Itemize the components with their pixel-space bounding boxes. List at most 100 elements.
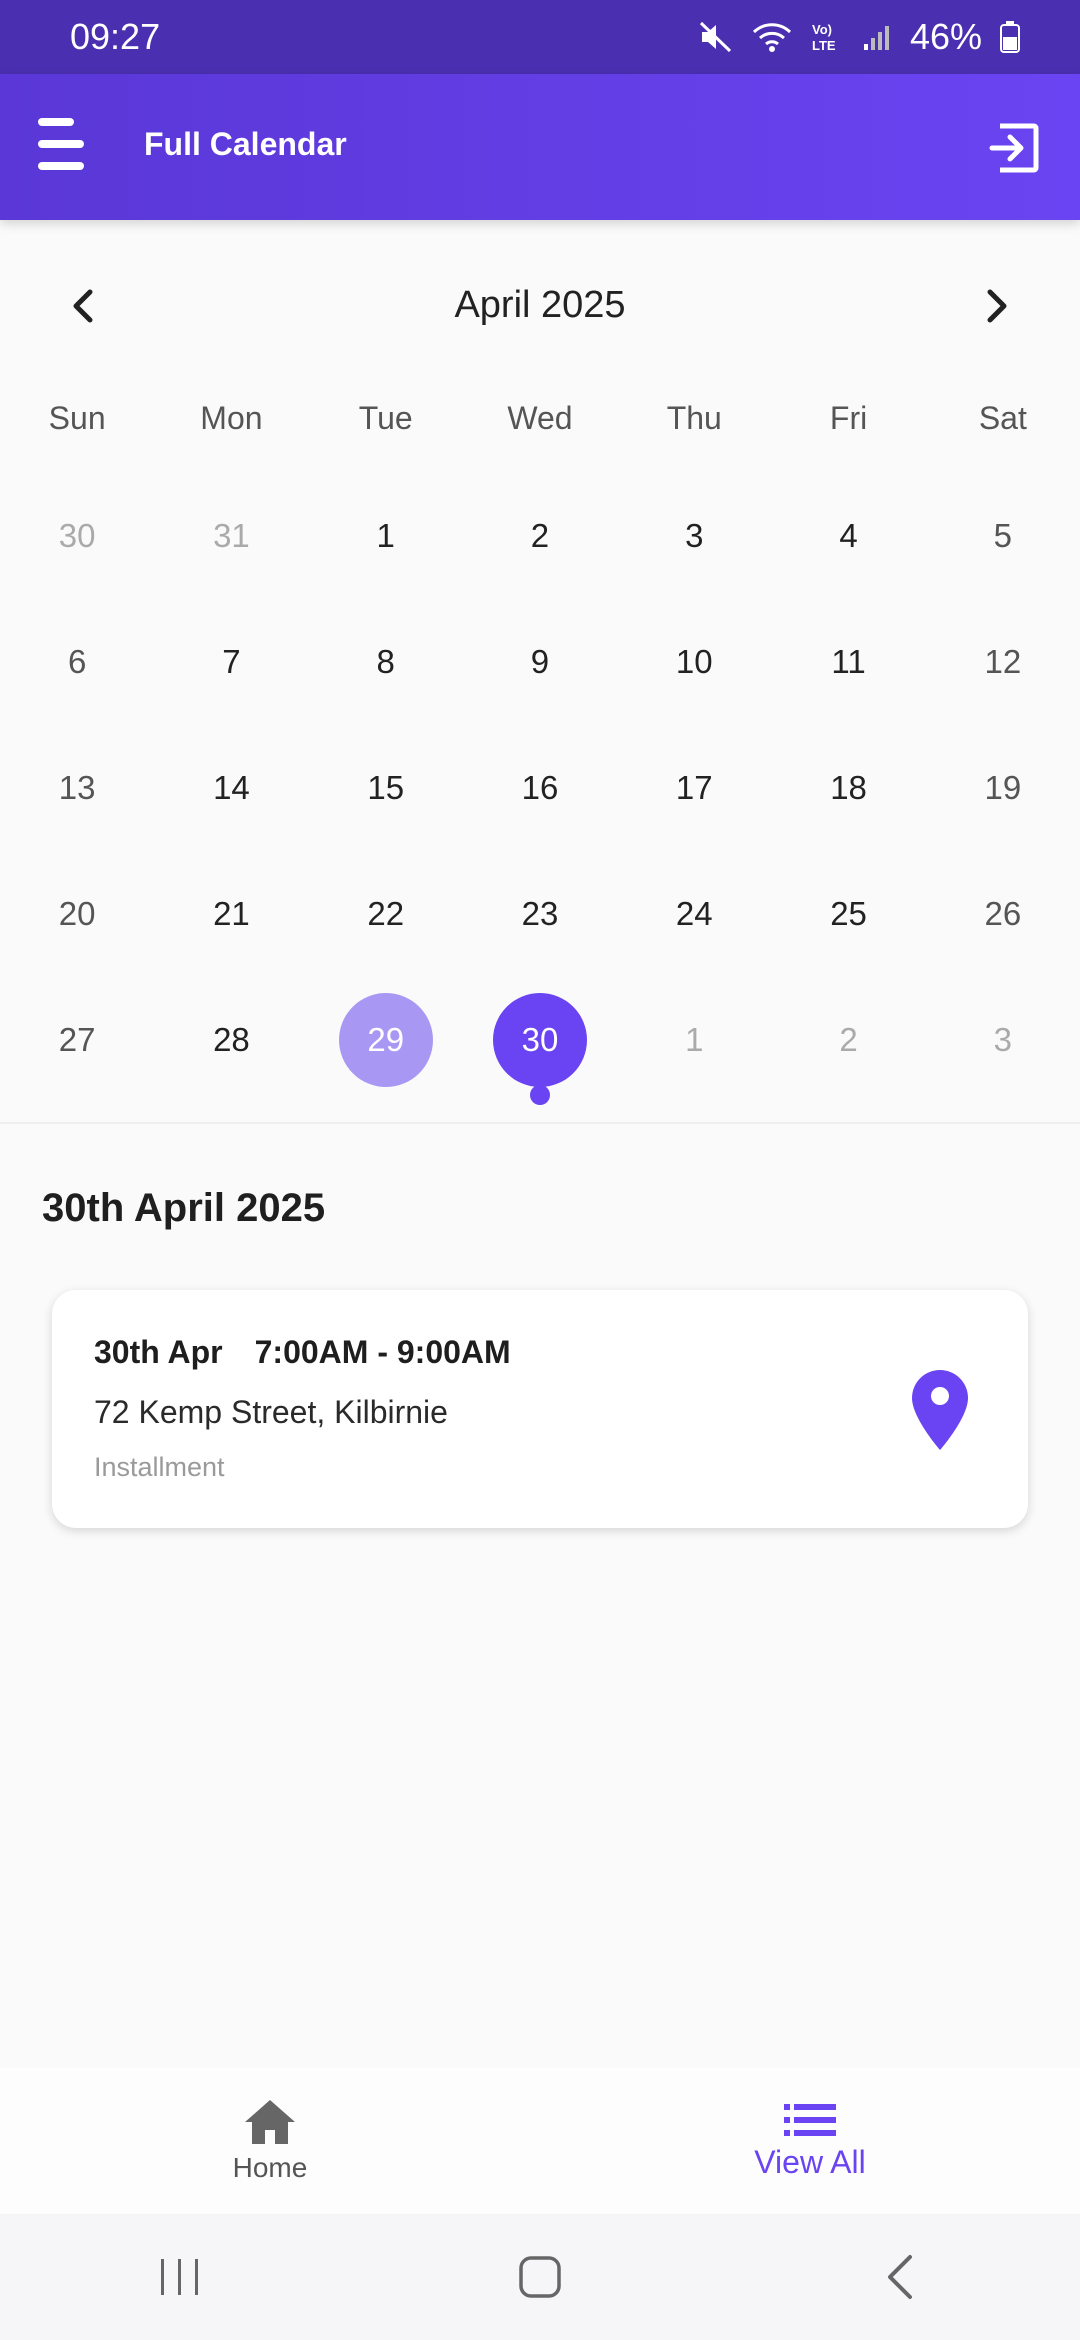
- calendar-day-number: 29: [338, 993, 433, 1087]
- calendar-day[interactable]: 31: [154, 473, 308, 599]
- event-datetime: 30th Apr 7:00AM - 9:00AM: [94, 1334, 511, 1371]
- calendar-day[interactable]: 1: [309, 473, 463, 599]
- calendar-day-number: 3: [993, 1021, 1013, 1058]
- nav-view-all[interactable]: View All: [540, 2068, 1080, 2214]
- event-card[interactable]: 30th Apr 7:00AM - 9:00AM 72 Kemp Street, …: [52, 1290, 1028, 1528]
- calendar-day[interactable]: 15: [309, 725, 463, 851]
- calendar-day[interactable]: 22: [309, 851, 463, 977]
- status-bar: 09:27 Vo) LTE 46%: [0, 0, 1080, 74]
- calendar-day-number: 26: [984, 895, 1022, 932]
- app-bar: Full Calendar: [0, 74, 1080, 220]
- calendar-day[interactable]: 23: [463, 851, 617, 977]
- weekday-label: Mon: [200, 400, 263, 436]
- home-system-button[interactable]: [500, 2247, 580, 2307]
- home-icon: [245, 2100, 295, 2144]
- svg-text:LTE: LTE: [812, 38, 836, 53]
- calendar-day[interactable]: 14: [154, 725, 308, 851]
- calendar-day-number: 14: [213, 769, 250, 806]
- calendar-day[interactable]: 8: [309, 599, 463, 725]
- calendar-day[interactable]: 24: [617, 851, 771, 977]
- calendar-day[interactable]: 3: [617, 473, 771, 599]
- calendar-day[interactable]: 12: [926, 599, 1080, 725]
- calendar-day[interactable]: 2: [771, 977, 925, 1103]
- calendar-day[interactable]: 2: [463, 473, 617, 599]
- calendar-day-number: 8: [376, 643, 395, 680]
- location-pin-button[interactable]: [910, 1368, 970, 1452]
- divider: [0, 1122, 1080, 1124]
- calendar-day[interactable]: 30: [0, 473, 154, 599]
- calendar-day-number: 15: [367, 769, 405, 806]
- nav-home[interactable]: Home: [0, 2068, 540, 2214]
- calendar-day[interactable]: 3: [926, 977, 1080, 1103]
- calendar-day[interactable]: 4: [771, 473, 925, 599]
- weekday-label: Tue: [358, 400, 413, 436]
- battery-icon: [1000, 21, 1020, 53]
- status-time: 09:27: [70, 16, 161, 57]
- calendar-day[interactable]: 26: [926, 851, 1080, 977]
- next-month-button[interactable]: [972, 282, 1020, 330]
- calendar-day-number: 16: [521, 769, 559, 806]
- calendar-day[interactable]: 19: [926, 725, 1080, 851]
- previous-month-button[interactable]: [60, 282, 108, 330]
- calendar-day-number: 17: [675, 769, 713, 806]
- weekday-label: Thu: [666, 400, 722, 436]
- location-pin-icon: [912, 1370, 968, 1450]
- calendar-day[interactable]: 7: [154, 599, 308, 725]
- calendar-day-number: 31: [213, 517, 250, 554]
- calendar-day-number: 19: [984, 769, 1022, 806]
- calendar-day-number: 18: [830, 769, 867, 806]
- event-type: Installment: [94, 1452, 225, 1482]
- calendar-day[interactable]: 13: [0, 725, 154, 851]
- calendar-day-number: 6: [67, 643, 87, 680]
- back-system-button[interactable]: [860, 2247, 940, 2307]
- selected-date-heading: 30th April 2025: [42, 1186, 326, 1230]
- calendar-day-number: 10: [675, 643, 713, 680]
- calendar-day[interactable]: 21: [154, 851, 308, 977]
- status-icons: Vo) LTE 46%: [698, 16, 1020, 58]
- chevron-right-icon: [987, 289, 1007, 323]
- calendar-day[interactable]: 30: [463, 977, 617, 1105]
- menu-button[interactable]: [38, 118, 90, 174]
- calendar-day-number: 21: [213, 895, 250, 932]
- weekday-label: Fri: [829, 400, 868, 436]
- calendar-day-number: 25: [830, 895, 867, 932]
- calendar-day[interactable]: 6: [0, 599, 154, 725]
- calendar-day[interactable]: 28: [154, 977, 308, 1103]
- calendar-day[interactable]: 27: [0, 977, 154, 1103]
- event-time: 7:00AM - 9:00AM: [254, 1334, 511, 1370]
- calendar-day[interactable]: 1: [617, 977, 771, 1103]
- weekday-label: Sat: [978, 400, 1027, 436]
- event-indicator-dot: [529, 1085, 550, 1105]
- calendar-day[interactable]: 9: [463, 599, 617, 725]
- calendar-day[interactable]: 11: [771, 599, 925, 725]
- logout-icon: [989, 123, 1039, 173]
- calendar-day-number: 30: [58, 517, 96, 554]
- weekday-label: Sun: [48, 400, 106, 436]
- calendar-day[interactable]: 16: [463, 725, 617, 851]
- calendar-days-grid: 30 31 1 2 3 4 5 6 7 8 9 10 11 12 13 14 15 16 17 18 19 20 21 22 2…: [0, 473, 1080, 1105]
- calendar-day[interactable]: 25: [771, 851, 925, 977]
- calendar-day[interactable]: 29: [309, 977, 463, 1103]
- calendar-day[interactable]: 20: [0, 851, 154, 977]
- calendar-day-number: 12: [984, 643, 1022, 680]
- home-system-icon: [519, 2256, 561, 2298]
- battery-percent: 46%: [909, 16, 982, 57]
- wifi-icon: [752, 20, 792, 54]
- calendar-day-number: 3: [685, 517, 704, 554]
- weekday-header: Sun Mon Tue Wed Thu Fri Sat: [0, 400, 1080, 460]
- recent-apps-button[interactable]: [140, 2247, 220, 2307]
- event-address: 72 Kemp Street, Kilbirnie: [94, 1394, 448, 1430]
- calendar-day[interactable]: 17: [617, 725, 771, 851]
- calendar-day-number: 28: [213, 1021, 250, 1058]
- recent-apps-icon: [161, 2259, 198, 2295]
- calendar-day-number: 23: [521, 895, 559, 932]
- calendar-day[interactable]: 10: [617, 599, 771, 725]
- calendar-day-number: 9: [530, 643, 550, 680]
- nav-view-all-label: View All: [754, 2143, 866, 2180]
- event-date: 30th Apr: [94, 1334, 223, 1370]
- calendar-day-number: 5: [993, 517, 1013, 554]
- calendar-day[interactable]: 18: [771, 725, 925, 851]
- calendar-day[interactable]: 5: [926, 473, 1080, 599]
- app-title: Full Calendar: [144, 126, 347, 162]
- logout-button[interactable]: [986, 120, 1042, 176]
